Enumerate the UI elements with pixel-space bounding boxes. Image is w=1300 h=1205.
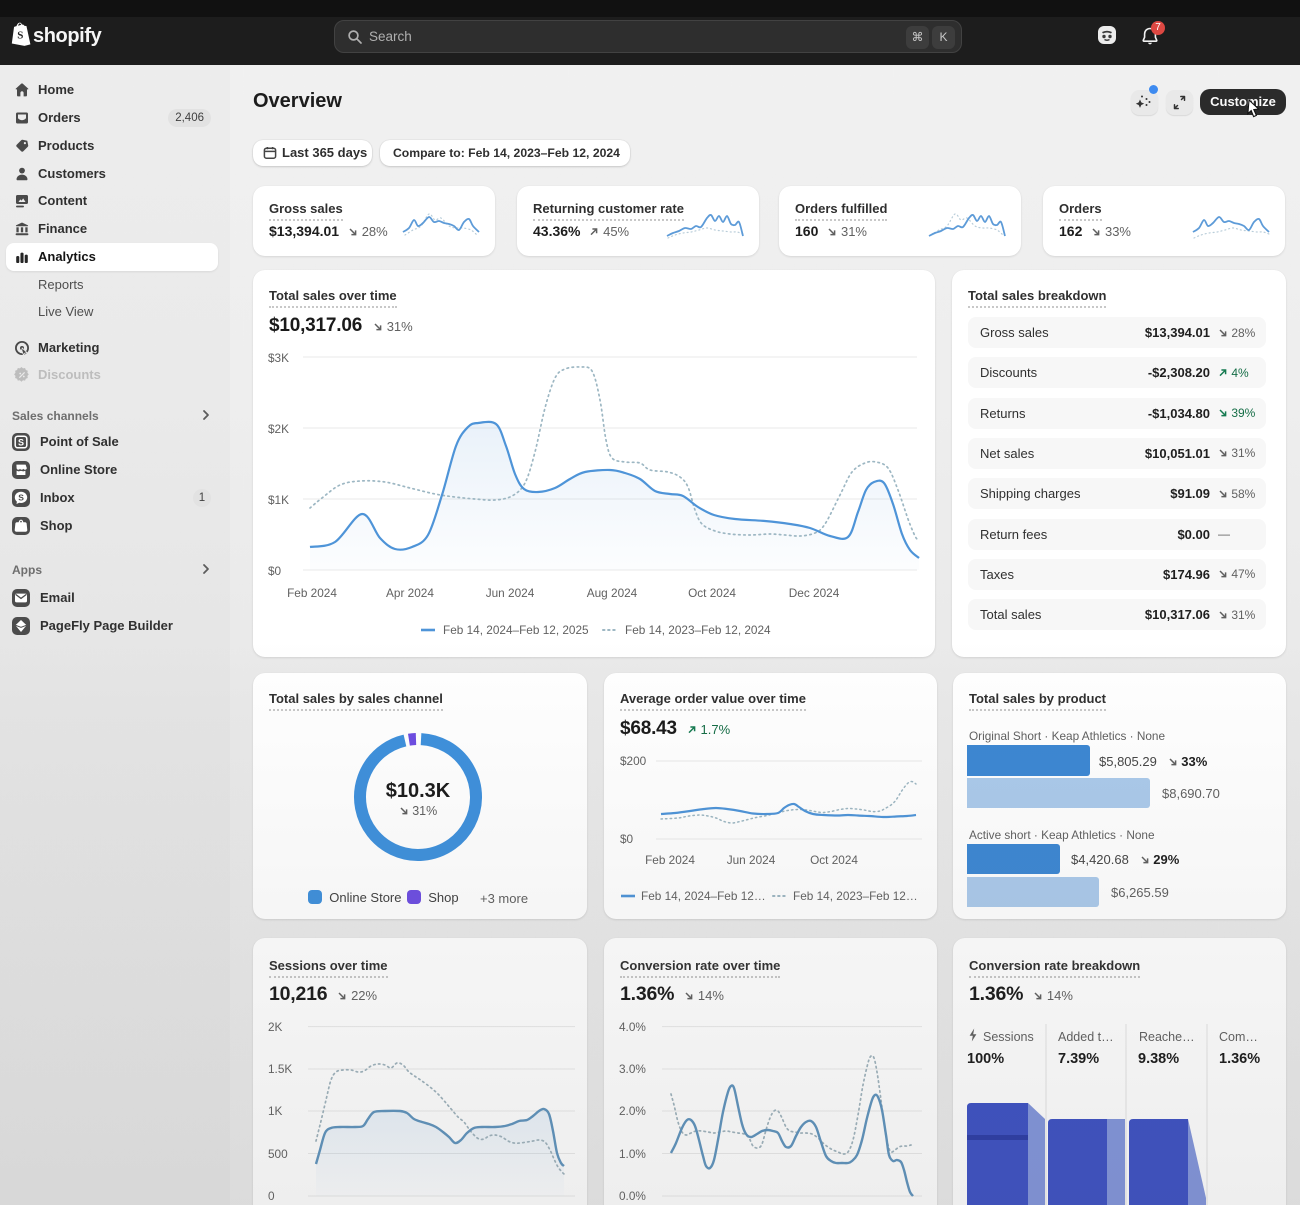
svg-text:9.38%: 9.38% [1138, 1051, 1179, 1067]
svg-text:Jun 2024: Jun 2024 [486, 586, 535, 600]
svg-text:1.0%: 1.0% [619, 1147, 646, 1161]
svg-text:1K: 1K [268, 1104, 283, 1118]
svg-text:2K: 2K [268, 1020, 283, 1034]
svg-text:Feb 14, 2024–Feb 12, 2025: Feb 14, 2024–Feb 12, 2025 [443, 623, 589, 637]
svg-text:Jun 2024: Jun 2024 [727, 853, 776, 867]
svg-text:1.5K: 1.5K [268, 1062, 292, 1076]
svg-text:Sessions: Sessions [983, 1030, 1034, 1044]
svg-text:4.0%: 4.0% [619, 1020, 646, 1034]
svg-text:S: S [18, 493, 24, 503]
svg-text:Oct 2024: Oct 2024 [810, 853, 858, 867]
svg-text:Oct 2024: Oct 2024 [688, 586, 736, 600]
svg-text:$0: $0 [620, 832, 634, 846]
svg-text:$2K: $2K [268, 422, 289, 436]
svg-text:0.0%: 0.0% [619, 1189, 646, 1203]
svg-text:Dec 2024: Dec 2024 [789, 586, 840, 600]
svg-text:$3K: $3K [268, 351, 289, 365]
svg-text:3.0%: 3.0% [619, 1062, 646, 1076]
svg-text:0: 0 [268, 1189, 275, 1203]
svg-text:Feb 2024: Feb 2024 [287, 586, 337, 600]
svg-text:Com…: Com… [1219, 1030, 1258, 1044]
svg-text:Feb 14, 2023–Feb 12…: Feb 14, 2023–Feb 12… [793, 889, 918, 903]
svg-text:$10.3K: $10.3K [386, 780, 451, 802]
svg-text:2.0%: 2.0% [619, 1104, 646, 1118]
svg-text:Feb 14, 2023–Feb 12, 2024: Feb 14, 2023–Feb 12, 2024 [625, 623, 771, 637]
svg-text:500: 500 [268, 1147, 288, 1161]
svg-text:$0: $0 [268, 564, 282, 578]
svg-text:Added t…: Added t… [1058, 1030, 1114, 1044]
svg-text:Apr 2024: Apr 2024 [386, 586, 434, 600]
svg-text:S: S [18, 437, 24, 447]
svg-text:$200: $200 [620, 754, 647, 768]
svg-text:1.36%: 1.36% [1219, 1051, 1260, 1067]
svg-text:100%: 100% [967, 1051, 1004, 1067]
svg-text:7.39%: 7.39% [1058, 1051, 1099, 1067]
svg-text:Feb 14, 2024–Feb 12…: Feb 14, 2024–Feb 12… [641, 889, 766, 903]
svg-text:Reache…: Reache… [1139, 1030, 1195, 1044]
svg-text:$1K: $1K [268, 493, 289, 507]
svg-text:Feb 2024: Feb 2024 [645, 853, 695, 867]
svg-text:S: S [17, 30, 23, 42]
svg-text:Aug 2024: Aug 2024 [587, 586, 638, 600]
